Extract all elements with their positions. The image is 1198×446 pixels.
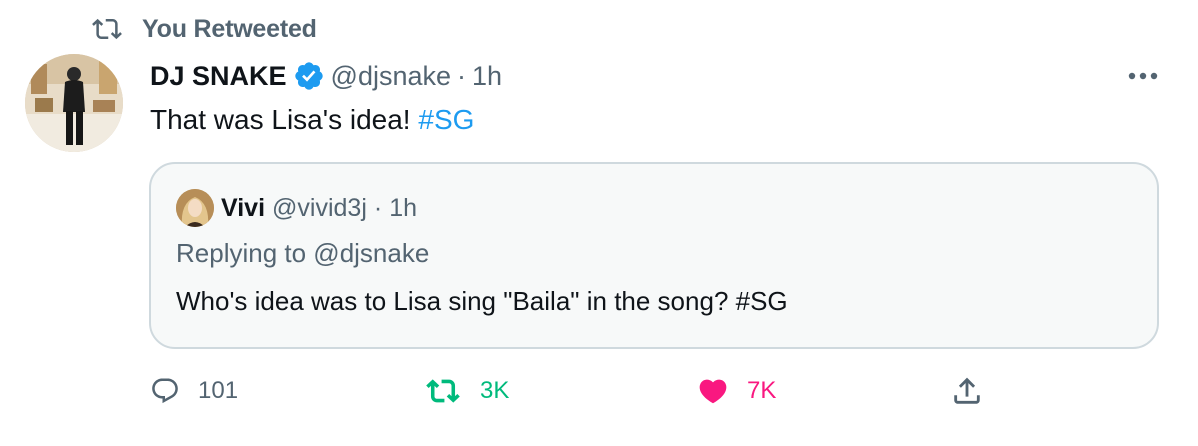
reply-icon — [150, 376, 180, 406]
author-handle[interactable]: @djsnake — [331, 61, 451, 92]
header-separator: · — [457, 60, 467, 91]
quoted-header-separator: · — [373, 193, 383, 222]
quoted-author-name[interactable]: Vivi — [221, 194, 265, 223]
tweet-header: DJ SNAKE @djsnake · 1h — [150, 56, 502, 96]
share-icon — [950, 374, 984, 408]
retweet-button[interactable]: 3K — [424, 369, 509, 413]
quoted-author-handle[interactable]: @vivid3j — [272, 194, 367, 223]
reply-count: 101 — [198, 377, 239, 404]
more-button[interactable] — [1120, 58, 1166, 94]
retweet-context[interactable]: You Retweeted — [90, 12, 317, 46]
retweet-icon — [90, 14, 124, 44]
retweet-action-icon — [424, 374, 462, 408]
tweet-text-body: That was Lisa's idea! — [150, 104, 419, 135]
heart-icon — [697, 375, 729, 407]
like-count: 7K — [747, 377, 777, 404]
tweet-timestamp[interactable]: 1h — [472, 61, 502, 92]
more-icon — [1126, 71, 1160, 81]
retweet-context-label: You Retweeted — [142, 14, 317, 43]
tweet-text: That was Lisa's idea! #SG — [150, 103, 474, 137]
quoted-author-avatar[interactable] — [176, 189, 214, 227]
like-button[interactable]: 7K — [697, 369, 776, 413]
quoted-tweet-timestamp[interactable]: 1h — [389, 194, 417, 223]
quoted-tweet-header: Vivi @vivid3j · 1h — [176, 188, 417, 228]
reply-button[interactable]: 101 — [150, 369, 238, 413]
author-name[interactable]: DJ SNAKE — [150, 61, 287, 92]
replying-to-text: Replying to @djsnake — [176, 238, 430, 268]
share-button[interactable] — [950, 369, 984, 413]
verified-badge-icon — [293, 60, 325, 92]
quoted-tweet-text: Who's idea was to Lisa sing "Baila" in t… — [176, 286, 788, 316]
hashtag-link[interactable]: #SG — [418, 104, 474, 135]
retweet-count: 3K — [480, 377, 510, 404]
avatar[interactable] — [25, 54, 123, 152]
